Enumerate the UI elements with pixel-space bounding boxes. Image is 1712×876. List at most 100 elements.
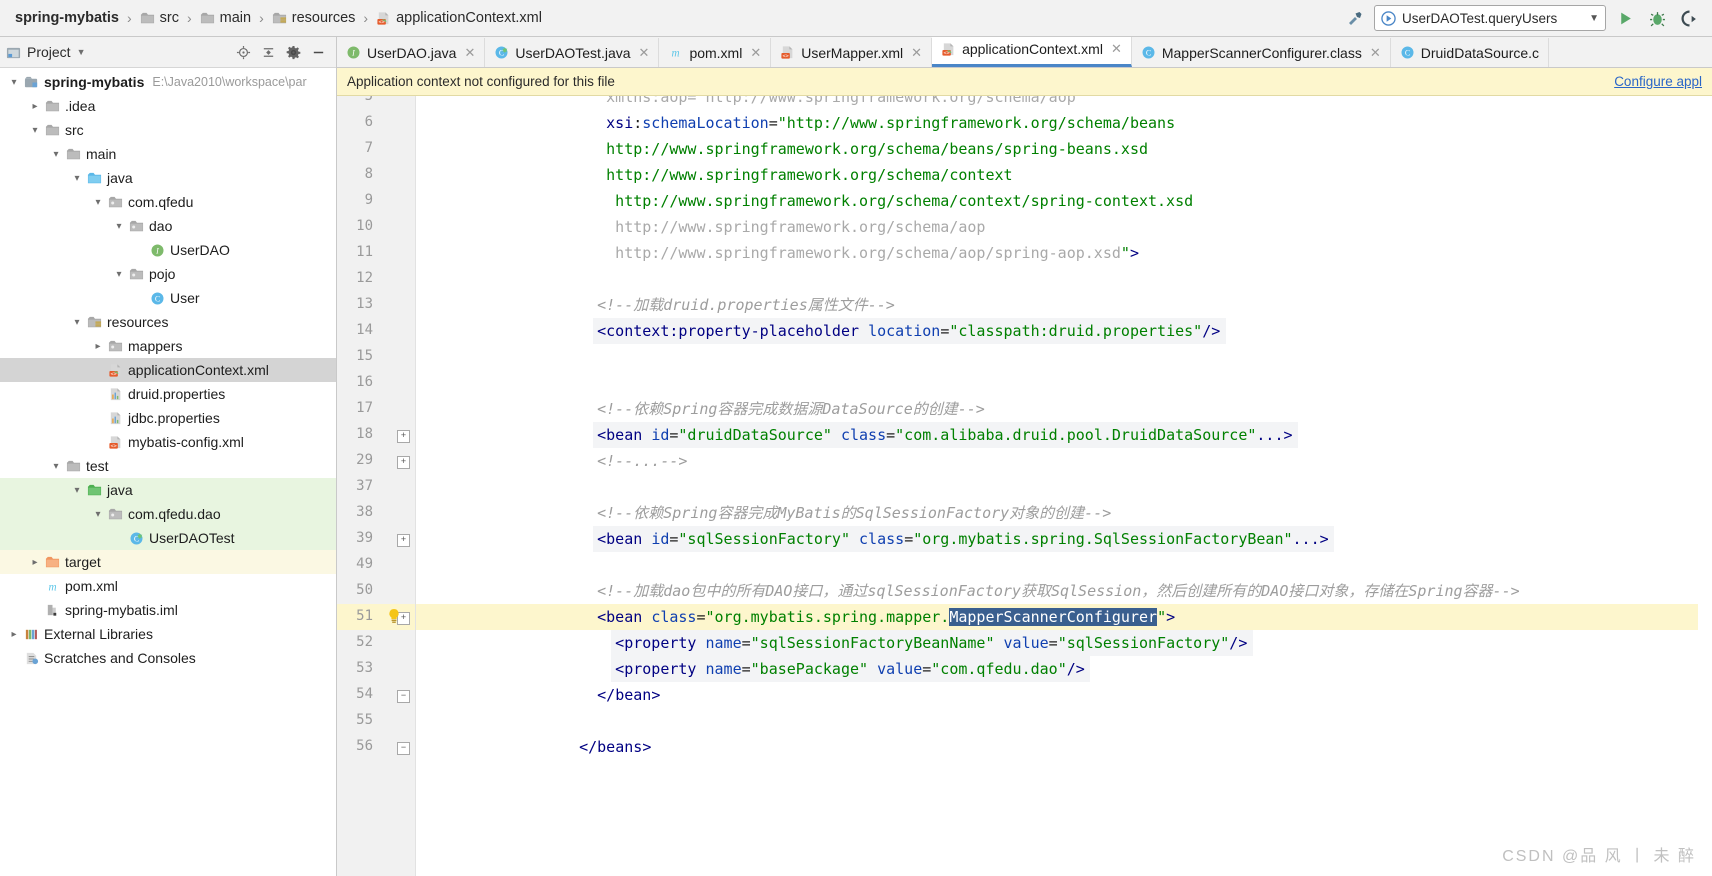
editor-gutter[interactable]: 5 6 7 8 9 10 11 12 13 14 15 16 17 18 +29 +37 38 39 +49 50 51… <box>337 96 416 876</box>
close-icon[interactable]: ✕ <box>911 45 922 61</box>
hammer-icon[interactable] <box>1342 5 1368 31</box>
tree-node[interactable]: ▾ spring-mybatis E:\Java2010\workspace\par <box>0 70 336 94</box>
code-line[interactable]: <bean id="sqlSessionFactory" class="org.… <box>597 526 1329 552</box>
run-with-coverage-icon[interactable] <box>1676 5 1702 31</box>
chevron-down-icon[interactable]: ▾ <box>69 317 85 328</box>
close-icon[interactable]: ✕ <box>639 45 650 61</box>
tree-node[interactable]: jdbc.properties <box>0 406 336 430</box>
chevron-right-icon[interactable]: ▸ <box>27 557 43 568</box>
chevron-down-icon[interactable]: ▾ <box>48 461 64 472</box>
code-fold-marker[interactable]: + <box>397 456 410 469</box>
tab-druiddatasource-c[interactable]: C DruidDataSource.c <box>1390 38 1550 67</box>
close-icon[interactable]: ✕ <box>464 45 475 61</box>
chevron-down-icon[interactable]: ▾ <box>6 77 22 88</box>
chevron-down-icon[interactable]: ▾ <box>111 269 127 280</box>
hide-tool-window-icon[interactable] <box>311 45 326 60</box>
tab-userdao-java[interactable]: I UserDAO.java ✕ <box>337 38 486 67</box>
locate-icon[interactable] <box>236 45 251 60</box>
code-editor[interactable]: 5 6 7 8 9 10 11 12 13 14 15 16 17 18 +29 +37 38 39 +49 50 51… <box>337 96 1712 876</box>
tree-node[interactable]: ▾ com.qfedu <box>0 190 336 214</box>
code-line[interactable]: <property name="sqlSessionFactoryBeanNam… <box>615 630 1247 656</box>
tree-node[interactable]: <> mybatis-config.xml <box>0 430 336 454</box>
tree-node[interactable]: ▾ main <box>0 142 336 166</box>
tree-node[interactable]: druid.properties <box>0 382 336 406</box>
chevron-down-icon[interactable]: ▾ <box>27 125 43 136</box>
chevron-down-icon[interactable]: ▾ <box>111 221 127 232</box>
code-line[interactable]: <!--加载dao包中的所有DAO接口，通过sqlSessionFactory获… <box>597 578 1520 604</box>
run-configuration-selector[interactable]: UserDAOTest.queryUsers ▼ <box>1374 5 1606 31</box>
debug-icon[interactable] <box>1644 5 1670 31</box>
code-line[interactable]: http://www.springframework.org/schema/ao… <box>615 240 1139 266</box>
tree-node[interactable]: ▾ pojo <box>0 262 336 286</box>
code-line[interactable]: <context:property-placeholder location="… <box>597 318 1220 344</box>
breadcrumb-item-src[interactable]: src <box>136 8 183 28</box>
code-line[interactable]: <bean id="druidDataSource" class="com.al… <box>597 422 1292 448</box>
breadcrumb-item-main[interactable]: main <box>196 8 255 28</box>
chevron-down-icon[interactable]: ▼ <box>77 47 86 57</box>
intention-bulb-icon[interactable] <box>387 608 401 624</box>
code-line[interactable]: </beans> <box>579 734 651 760</box>
tree-node[interactable]: spring-mybatis.iml <box>0 598 336 622</box>
tab-pom-xml[interactable]: m pom.xml ✕ <box>659 38 772 67</box>
close-icon[interactable]: ✕ <box>750 45 761 61</box>
tree-node[interactable]: ▸ .idea <box>0 94 336 118</box>
tree-node[interactable]: m pom.xml <box>0 574 336 598</box>
chevron-right-icon[interactable]: ▸ <box>6 629 22 640</box>
code-line[interactable]: <!--依赖Spring容器完成MyBatis的SqlSessionFactor… <box>597 500 1111 526</box>
code-fold-marker[interactable]: − <box>397 742 410 755</box>
code-line[interactable]: <!--...--> <box>597 448 687 474</box>
close-icon[interactable]: ✕ <box>1111 41 1122 57</box>
project-tool-window-title-group[interactable]: Project ▼ <box>6 44 86 60</box>
code-line[interactable]: <bean class="org.mybatis.spring.mapper.M… <box>597 604 1175 630</box>
chevron-down-icon[interactable]: ▾ <box>90 509 106 520</box>
code-line[interactable]: http://www.springframework.org/schema/co… <box>606 162 1012 188</box>
tree-node[interactable]: ▸ mappers <box>0 334 336 358</box>
code-content[interactable]: xmlns:aop="http://www.springframework.or… <box>416 96 1712 876</box>
project-tree[interactable]: ▾ spring-mybatis E:\Java2010\workspace\par… <box>0 68 336 876</box>
tree-node[interactable]: ▾ src <box>0 118 336 142</box>
tree-node[interactable]: ▾ com.qfedu.dao <box>0 502 336 526</box>
tab-usermapper-xml[interactable]: <> UserMapper.xml ✕ <box>771 38 933 67</box>
tree-node[interactable]: ▾ java <box>0 478 336 502</box>
code-line[interactable]: xsi:schemaLocation="http://www.springfra… <box>606 110 1175 136</box>
code-line[interactable]: http://www.springframework.org/schema/co… <box>615 188 1193 214</box>
code-line[interactable]: <property name="basePackage" value="com.… <box>615 656 1085 682</box>
code-line[interactable]: <!--加载druid.properties属性文件--> <box>597 292 895 318</box>
chevron-right-icon[interactable]: ▸ <box>27 101 43 112</box>
tree-node[interactable]: <> applicationContext.xml <box>0 358 336 382</box>
tree-node[interactable]: ▾ resources <box>0 310 336 334</box>
tree-node[interactable]: ▸ External Libraries <box>0 622 336 646</box>
chevron-down-icon[interactable]: ▼ <box>1589 13 1599 24</box>
tree-node[interactable]: C User <box>0 286 336 310</box>
tree-node[interactable]: ▾ java <box>0 166 336 190</box>
code-line[interactable]: http://www.springframework.org/schema/ao… <box>615 214 985 240</box>
chevron-down-icon[interactable]: ▾ <box>48 149 64 160</box>
gear-icon[interactable] <box>286 45 301 60</box>
tab-mapperscannerconfigurer-class[interactable]: C MapperScannerConfigurer.class ✕ <box>1131 38 1391 67</box>
code-line[interactable]: </bean> <box>597 682 660 708</box>
tab-userdaotest-java[interactable]: C UserDAOTest.java ✕ <box>485 38 660 67</box>
chevron-down-icon[interactable]: ▾ <box>69 173 85 184</box>
chevron-right-icon[interactable]: ▸ <box>90 341 106 352</box>
tree-node[interactable]: ▸ target <box>0 550 336 574</box>
tree-node[interactable]: I UserDAO <box>0 238 336 262</box>
tab-applicationcontext-xml[interactable]: <> applicationContext.xml ✕ <box>932 37 1132 67</box>
tree-node[interactable]: C UserDAOTest <box>0 526 336 550</box>
close-icon[interactable]: ✕ <box>1370 45 1381 61</box>
code-line[interactable]: <!--依赖Spring容器完成数据源DataSource的创建--> <box>597 396 985 422</box>
code-line[interactable]: xmlns:aop="http://www.springframework.or… <box>606 96 1085 110</box>
collapse-all-icon[interactable] <box>261 45 276 60</box>
chevron-down-icon[interactable]: ▾ <box>90 197 106 208</box>
code-fold-marker[interactable]: + <box>397 534 410 547</box>
code-line[interactable]: http://www.springframework.org/schema/be… <box>606 136 1148 162</box>
breadcrumb-item-applicationcontext-xml[interactable]: <> applicationContext.xml <box>372 8 546 28</box>
run-icon[interactable] <box>1612 5 1638 31</box>
breadcrumb-item-resources[interactable]: resources <box>268 8 360 28</box>
editor-scrollbar[interactable] <box>1698 96 1712 876</box>
code-fold-marker[interactable]: + <box>397 430 410 443</box>
tree-node[interactable]: ▾ test <box>0 454 336 478</box>
tree-node[interactable]: Scratches and Consoles <box>0 646 336 670</box>
editor-tabs[interactable]: I UserDAO.java ✕ C UserDAOTest.java ✕ m pom.xml… <box>337 37 1712 68</box>
configure-application-context-link[interactable]: Configure appl <box>1614 74 1702 89</box>
tree-node[interactable]: ▾ dao <box>0 214 336 238</box>
